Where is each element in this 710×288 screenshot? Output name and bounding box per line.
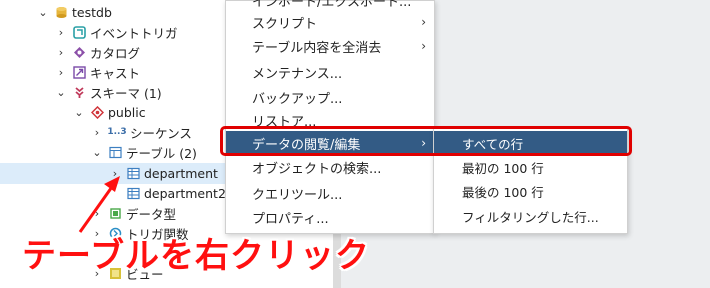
tables-icon xyxy=(108,145,122,159)
tree-item-label: department xyxy=(144,165,218,181)
tree-item-label: department2 xyxy=(144,185,226,201)
menu-item-backup[interactable]: バックアップ... xyxy=(226,85,434,109)
tree-item-label: testdb xyxy=(72,4,112,20)
schema-icon xyxy=(72,85,86,99)
tree-item-label: データ型 xyxy=(126,206,177,222)
table-icon xyxy=(126,186,140,200)
chevron-right-icon[interactable]: › xyxy=(92,126,102,139)
chevron-down-icon[interactable]: ⌄ xyxy=(38,6,48,19)
chevron-down-icon[interactable]: ⌄ xyxy=(92,146,102,159)
datatype-icon xyxy=(108,206,122,220)
tree-item-label: シーケンス xyxy=(130,125,192,141)
event-trigger-icon xyxy=(72,25,86,39)
annotation-label: テーブルを右クリック xyxy=(22,236,370,276)
tree-item-testdb[interactable]: ⌄ testdb xyxy=(38,2,112,22)
tree-item-label: キャスト xyxy=(90,65,141,81)
context-menu: インポート/エクスポート... スクリプト › テーブル内容を全消去 › メンテ… xyxy=(225,0,435,234)
menu-item-truncate[interactable]: テーブル内容を全消去 › xyxy=(226,34,434,58)
submenu-item-first-100-rows[interactable]: 最初の 100 行 xyxy=(434,155,627,179)
menu-item-search-objects[interactable]: オブジェクトの検索... xyxy=(226,155,434,179)
chevron-right-icon[interactable]: › xyxy=(56,26,66,39)
tree-item-label: イベントトリガ xyxy=(90,25,178,41)
tree-item-label: カタログ xyxy=(90,45,141,61)
chevron-right-icon[interactable]: › xyxy=(110,167,120,180)
chevron-right-icon: › xyxy=(421,15,426,29)
tree-item-department[interactable]: › department xyxy=(110,163,218,183)
tree-item-tables[interactable]: ⌄ テーブル (2) xyxy=(92,142,197,162)
tree-item-cast[interactable]: › キャスト xyxy=(56,62,140,82)
tree-item-catalog[interactable]: › カタログ xyxy=(56,42,140,62)
table-icon xyxy=(126,166,140,180)
database-icon xyxy=(54,5,68,19)
menu-item-maintenance[interactable]: メンテナンス... xyxy=(226,60,434,84)
tree-item-department2[interactable]: department2 xyxy=(126,183,226,203)
tree-item-datatypes[interactable]: › データ型 xyxy=(92,203,176,223)
submenu-item-filtered-rows[interactable]: フィルタリングした行... xyxy=(434,204,627,228)
chevron-down-icon[interactable]: ⌄ xyxy=(74,106,84,119)
chevron-right-icon: › xyxy=(421,39,426,53)
catalog-icon xyxy=(72,45,86,59)
tree-item-label: テーブル (2) xyxy=(126,145,197,161)
chevron-right-icon[interactable]: › xyxy=(56,66,66,79)
menu-item-query-tool[interactable]: クエリツール... xyxy=(226,181,434,205)
submenu-item-last-100-rows[interactable]: 最後の 100 行 xyxy=(434,179,627,203)
tree-item-label: public xyxy=(108,104,146,120)
cast-icon xyxy=(72,65,86,79)
public-schema-icon xyxy=(90,105,104,119)
tree-item-sequences[interactable]: › 1..3 シーケンス xyxy=(92,122,192,142)
tree-item-event-trigger[interactable]: › イベントトリガ xyxy=(56,22,178,42)
chevron-down-icon[interactable]: ⌄ xyxy=(56,86,66,99)
tree-item-schemas[interactable]: ⌄ スキーマ (1) xyxy=(56,82,162,102)
chevron-right-icon[interactable]: › xyxy=(92,207,102,220)
sequence-icon: 1..3 xyxy=(107,127,127,137)
chevron-right-icon[interactable]: › xyxy=(56,46,66,59)
menu-item-properties[interactable]: プロパティ... xyxy=(226,205,434,229)
annotation-highlight-box xyxy=(220,126,632,156)
tree-item-label: スキーマ (1) xyxy=(90,85,162,101)
tree-item-public[interactable]: ⌄ public xyxy=(74,102,146,122)
menu-item-scripts[interactable]: スクリプト › xyxy=(226,10,434,34)
